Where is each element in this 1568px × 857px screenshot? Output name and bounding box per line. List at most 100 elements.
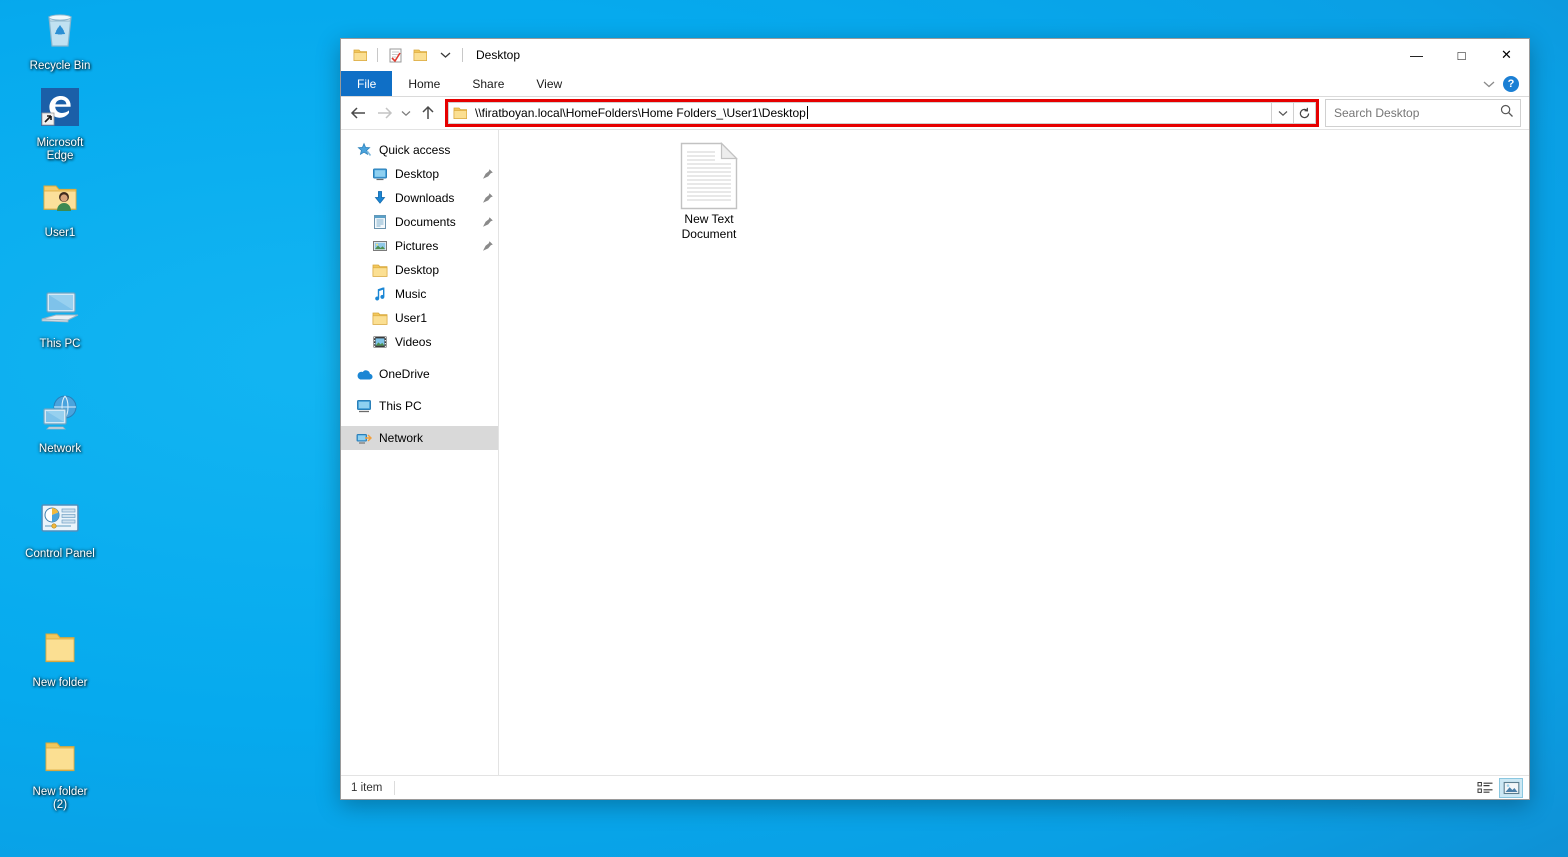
- control-panel-icon: [36, 494, 84, 542]
- large-icons-view-button[interactable]: [1499, 777, 1523, 798]
- sidebar-item-pictures[interactable]: Pictures: [341, 234, 498, 258]
- desktop-icon-label: This PC: [39, 338, 81, 350]
- recycle-bin-icon: [36, 6, 84, 54]
- network-icon: [36, 389, 84, 437]
- desktop-icon-recycle-bin[interactable]: Recycle Bin: [16, 0, 104, 77]
- folder-icon: [36, 732, 84, 780]
- ribbon-tabs: File Home Share View ?: [341, 71, 1529, 97]
- desktop-monitor-icon: [371, 165, 389, 183]
- qat-folder-icon[interactable]: [349, 44, 371, 66]
- explorer-body: Quick access Desktop Downloads Documents…: [341, 129, 1529, 775]
- close-button[interactable]: ✕: [1484, 39, 1529, 71]
- microsoft-edge-icon: [36, 83, 84, 131]
- sidebar-item-this-pc[interactable]: This PC: [341, 394, 498, 418]
- chevron-down-icon[interactable]: [1483, 75, 1495, 93]
- folder-icon: [371, 309, 389, 327]
- window-controls: — □ ✕: [1394, 39, 1529, 71]
- sidebar-item-label: Music: [395, 287, 427, 301]
- qat-customize-icon[interactable]: [434, 44, 456, 66]
- music-note-icon: [371, 285, 389, 303]
- title-bar: Desktop — □ ✕: [341, 39, 1529, 71]
- desktop-icon-network[interactable]: Network: [16, 383, 104, 460]
- pin-icon[interactable]: [478, 240, 498, 252]
- desktop-icon-microsoft-edge[interactable]: Microsoft Edge: [16, 77, 104, 167]
- back-button[interactable]: [345, 100, 371, 126]
- desktop-icon-label: New folder: [32, 677, 88, 689]
- details-view-button[interactable]: [1473, 778, 1497, 798]
- search-input[interactable]: Search Desktop: [1334, 106, 1500, 120]
- address-dropdown-button[interactable]: [1272, 102, 1294, 124]
- refresh-button[interactable]: [1294, 102, 1316, 124]
- sidebar-item-user1[interactable]: User1: [341, 306, 498, 330]
- sidebar-item-onedrive[interactable]: OneDrive: [341, 362, 498, 386]
- file-item-label: New Text Document: [681, 212, 737, 241]
- desktop-icon-this-pc[interactable]: This PC: [16, 278, 104, 355]
- desktop-icon-new-folder[interactable]: New folder: [16, 617, 104, 694]
- search-box[interactable]: Search Desktop: [1325, 99, 1521, 127]
- sidebar-item-label: Documents: [395, 215, 456, 229]
- address-input[interactable]: \\firatboyan.local\HomeFolders\Home Fold…: [475, 106, 808, 120]
- qat-properties-icon[interactable]: [384, 44, 406, 66]
- star-pin-icon: [355, 141, 373, 159]
- up-button[interactable]: [415, 100, 441, 126]
- qat-separator: [377, 48, 378, 62]
- sidebar-item-network[interactable]: Network: [341, 426, 498, 450]
- sidebar-item-label: Desktop: [395, 263, 440, 277]
- file-list-area[interactable]: New Text Document: [499, 130, 1529, 775]
- minimize-button[interactable]: —: [1394, 39, 1439, 71]
- sidebar-item-documents[interactable]: Documents: [341, 210, 498, 234]
- search-icon[interactable]: [1500, 104, 1514, 123]
- desktop-icon-new-folder-2[interactable]: New folder (2): [16, 726, 104, 816]
- address-value: \\firatboyan.local\HomeFolders\Home Fold…: [475, 106, 806, 120]
- forward-button[interactable]: [371, 100, 397, 126]
- user-folder-icon: [36, 173, 84, 221]
- pin-icon[interactable]: [478, 192, 498, 204]
- desktop-icon-label: User1: [44, 227, 76, 239]
- maximize-button[interactable]: □: [1439, 39, 1484, 71]
- ribbon-right-controls: ?: [1483, 71, 1529, 96]
- address-bar[interactable]: \\firatboyan.local\HomeFolders\Home Fold…: [448, 102, 1272, 124]
- onedrive-cloud-icon: [355, 365, 373, 383]
- recent-locations-button[interactable]: [397, 100, 415, 126]
- sidebar-item-desktop-folder[interactable]: Desktop: [341, 258, 498, 282]
- view-toggle-group: [1473, 777, 1523, 798]
- quick-access-toolbar: [341, 44, 466, 66]
- sidebar-item-downloads[interactable]: Downloads: [341, 186, 498, 210]
- desktop-icon-label: Network: [38, 443, 82, 455]
- sidebar-item-quick-access[interactable]: Quick access: [341, 138, 498, 162]
- sidebar-item-videos[interactable]: Videos: [341, 330, 498, 354]
- address-bar-highlight: \\firatboyan.local\HomeFolders\Home Fold…: [445, 99, 1319, 127]
- network-icon: [355, 429, 373, 447]
- tab-home[interactable]: Home: [392, 71, 456, 96]
- file-item[interactable]: New Text Document: [659, 140, 759, 246]
- qat-new-folder-icon[interactable]: [409, 44, 431, 66]
- pin-icon[interactable]: [478, 168, 498, 180]
- this-pc-icon: [355, 397, 373, 415]
- help-button[interactable]: ?: [1503, 75, 1519, 92]
- pictures-icon: [371, 237, 389, 255]
- sidebar-item-label: Network: [379, 431, 424, 445]
- desktop-icon-label: New folder (2): [32, 786, 88, 811]
- desktop-icon-user1[interactable]: User1: [16, 167, 104, 244]
- download-arrow-icon: [371, 189, 389, 207]
- sidebar-item-label: User1: [395, 311, 428, 325]
- desktop-icon-control-panel[interactable]: Control Panel: [16, 488, 104, 565]
- sidebar-item-label: Quick access: [379, 143, 451, 157]
- desktop-icon-label: Microsoft Edge: [36, 137, 84, 162]
- tab-view[interactable]: View: [520, 71, 578, 96]
- address-toolbar: \\firatboyan.local\HomeFolders\Home Fold…: [341, 97, 1529, 129]
- desktop-icon-area: Recycle Bin Microsoft Edge User1 This PC…: [0, 0, 120, 816]
- item-count-label: 1 item: [351, 781, 383, 794]
- pin-icon[interactable]: [478, 216, 498, 228]
- sidebar-item-desktop[interactable]: Desktop: [341, 162, 498, 186]
- folder-icon: [453, 106, 471, 120]
- status-bar: 1 item: [341, 775, 1529, 799]
- folder-icon: [371, 261, 389, 279]
- file-explorer-window: Desktop — □ ✕ File Home Share View ? \\f…: [340, 38, 1530, 800]
- sidebar-item-music[interactable]: Music: [341, 282, 498, 306]
- text-cursor: [806, 106, 808, 119]
- tab-file[interactable]: File: [341, 71, 393, 96]
- tab-share[interactable]: Share: [456, 71, 520, 96]
